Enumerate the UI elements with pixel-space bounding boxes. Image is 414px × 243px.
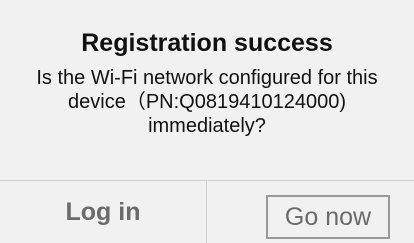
go-now-button[interactable]: Go now (266, 195, 390, 239)
dialog-actions: Log in Go now (0, 181, 414, 243)
dialog-body: Registration success Is the Wi-Fi networ… (0, 0, 414, 180)
dialog-message: Is the Wi-Fi network configured for this… (0, 66, 414, 138)
message-line-3: immediately? (148, 115, 266, 137)
vertical-divider (206, 181, 207, 243)
message-line-2: device（PN:Q0819410124000) (68, 91, 346, 113)
dialog-title: Registration success (81, 29, 333, 57)
registration-dialog: Registration success Is the Wi-Fi networ… (0, 0, 414, 243)
log-in-button[interactable]: Log in (0, 181, 206, 243)
message-line-1: Is the Wi-Fi network configured for this (36, 67, 378, 89)
